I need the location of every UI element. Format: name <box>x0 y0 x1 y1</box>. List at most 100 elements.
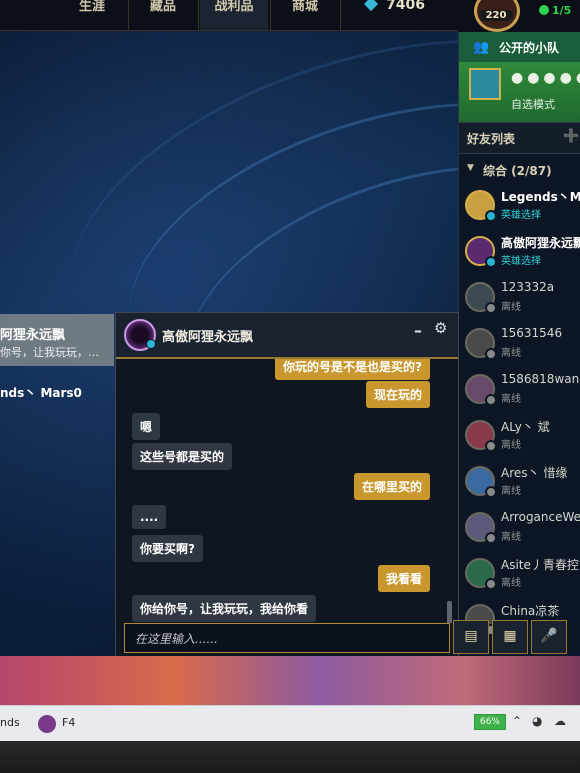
chat-input[interactable] <box>124 623 450 653</box>
online-status-icon <box>539 5 549 15</box>
tab-label: 商城 <box>291 0 318 14</box>
tab-label: 藏品 <box>149 0 176 14</box>
friend-status: 离线 <box>501 532 521 543</box>
currency-display[interactable]: 7406 <box>363 0 425 13</box>
currency-value: 7406 <box>386 0 425 13</box>
taskbar-app-partial[interactable]: nds <box>0 716 20 729</box>
chat-list-item-active[interactable]: 阿狸永远飘 你号，让我玩玩，… <box>0 314 114 366</box>
friend-name: 高傲阿狸永远飘 <box>501 236 580 250</box>
gear-icon[interactable]: ⚙ <box>434 319 447 337</box>
friend-list-item[interactable]: 1586818wang 离线 <box>459 368 580 412</box>
friend-list-item[interactable]: 123332a 离线 <box>459 276 580 320</box>
chat-list-name: nds丶 Mars0 <box>0 386 82 400</box>
status-dot-icon <box>485 578 497 590</box>
social-panel: 👥 公开的小队 ●●●●● 自选模式 好友列表 ➕ ▼ 综合 (2/87) Le… <box>458 32 580 652</box>
microphone-icon: 🎤 <box>540 628 558 644</box>
tab-collection[interactable]: 藏品 <box>132 0 194 30</box>
friend-status: 离线 <box>501 394 521 405</box>
divider <box>128 0 129 30</box>
friend-status: 离线 <box>501 578 521 589</box>
level-badge: 220 <box>479 10 513 21</box>
taskbar-app[interactable]: F4 <box>38 713 78 735</box>
taskbar-app-label: F4 <box>62 716 76 729</box>
party-emblem-icon <box>469 68 501 100</box>
status-dot-icon <box>485 440 497 452</box>
profile-area[interactable]: 220 1/5 <box>458 0 580 32</box>
friend-name: ALy丶 斌 <box>501 420 550 434</box>
chat-list-preview: 你号，让我玩玩，… <box>0 346 99 359</box>
chevron-down-icon: ▼ <box>467 163 474 173</box>
message-input[interactable] <box>133 628 437 650</box>
status-dot-icon <box>485 210 497 222</box>
friend-status: 离线 <box>501 440 521 451</box>
chat-history-icon: ▦ <box>503 628 517 644</box>
status-dot-icon <box>146 339 156 349</box>
friend-group-general[interactable]: ▼ 综合 (2/87) <box>459 160 580 180</box>
chat-toggle-button[interactable]: ▤ <box>453 620 489 654</box>
add-friend-icon[interactable]: ➕ <box>563 129 579 144</box>
divider <box>198 0 199 30</box>
chat-list-name: 阿狸永远飘 <box>0 328 66 343</box>
status-dot-icon <box>485 302 497 314</box>
divider <box>270 0 271 30</box>
tab-career[interactable]: 生涯 <box>60 0 124 30</box>
gem-icon <box>363 0 379 12</box>
party-title: 公开的小队 <box>499 41 560 55</box>
chat-message-received: 嗯 <box>132 413 161 440</box>
friend-status: 英雄选择 <box>501 256 541 267</box>
minimize-icon[interactable]: – <box>414 321 422 340</box>
chat-message-received: 你给你号，让我玩玩，我给你看 <box>132 595 317 622</box>
friend-name: 15631546 <box>501 326 563 340</box>
app-icon <box>38 715 56 733</box>
quest-progress[interactable]: 1/5 <box>552 4 571 17</box>
cloud-icon[interactable]: ☁ <box>554 714 566 728</box>
chat-history-button[interactable]: ▦ <box>492 620 528 654</box>
game-client-screen: 生涯 藏品 战利品 商城 7406 220 1/5 👥 公开的小队 ●●●●● … <box>0 0 580 705</box>
friend-name: Ares丶 惜缘 <box>501 466 568 480</box>
chat-header[interactable]: 高傲阿狸永远飘 – ⚙ <box>116 313 458 359</box>
chat-window: 高傲阿狸永远飘 – ⚙ 你玩的号是不是也是买的? 现在玩的嗯这些号都是买的 在哪里买… <box>115 312 459 658</box>
friend-name: 1586818wang <box>501 372 580 386</box>
status-dot-icon <box>485 256 497 268</box>
tab-label: 生涯 <box>78 0 105 14</box>
tab-loot[interactable]: 战利品 <box>200 0 268 30</box>
status-dot-icon <box>485 394 497 406</box>
chevron-up-icon[interactable]: ⌃ <box>512 714 522 728</box>
friend-list-item[interactable]: Legends丶Mars0 英雄选择 <box>459 184 580 228</box>
friend-list-item[interactable]: Asite丿青春控 离线 <box>459 552 580 596</box>
voice-button[interactable]: 🎤 <box>531 620 567 654</box>
tab-store[interactable]: 商城 <box>274 0 336 30</box>
chat-message-sent: 我看看 <box>377 565 430 592</box>
top-navigation: 生涯 藏品 战利品 商城 7406 <box>0 0 458 31</box>
status-dot-icon <box>485 486 497 498</box>
friend-name: Asite丿青春控 <box>501 558 579 572</box>
scrollbar[interactable] <box>447 601 452 623</box>
friends-header: 好友列表 ➕ <box>459 122 580 154</box>
chat-message-received: 你要买啊? <box>132 535 203 562</box>
chat-message-sent: 在哪里买的 <box>353 473 430 500</box>
friend-list-item[interactable]: ArroganceWen 离线 <box>459 506 580 550</box>
divider <box>340 0 341 30</box>
chat-message-received: .... <box>132 505 167 529</box>
tab-label: 战利品 <box>214 0 254 14</box>
battery-indicator[interactable]: 66% <box>474 714 506 730</box>
party-header[interactable]: 👥 公开的小队 <box>459 32 580 62</box>
party-icon: 👥 <box>473 40 490 55</box>
taskbar: nds F4 66% ⌃ ◕ ☁ <box>0 705 580 742</box>
friend-status: 离线 <box>501 486 521 497</box>
friend-name: ArroganceWen <box>501 510 580 524</box>
friend-status: 离线 <box>501 348 521 359</box>
qq-icon[interactable]: ◕ <box>532 714 542 728</box>
status-dot-icon <box>485 532 497 544</box>
chat-title: 高傲阿狸永远飘 <box>162 330 254 345</box>
chat-list-item[interactable]: nds丶 Mars0 <box>0 378 114 408</box>
friend-list-item[interactable]: Ares丶 惜缘 离线 <box>459 460 580 504</box>
friend-status: 离线 <box>501 302 521 313</box>
party-mode: 自选模式 <box>511 98 555 111</box>
friend-list-item[interactable]: 高傲阿狸永远飘 英雄选择 <box>459 230 580 274</box>
friend-list-item[interactable]: 15631546 离线 <box>459 322 580 366</box>
friend-status: 英雄选择 <box>501 210 541 221</box>
friend-name: China凉茶 <box>501 604 560 618</box>
chat-message-sent: 现在玩的 <box>365 381 430 408</box>
friend-list-item[interactable]: ALy丶 斌离线 <box>459 414 580 458</box>
